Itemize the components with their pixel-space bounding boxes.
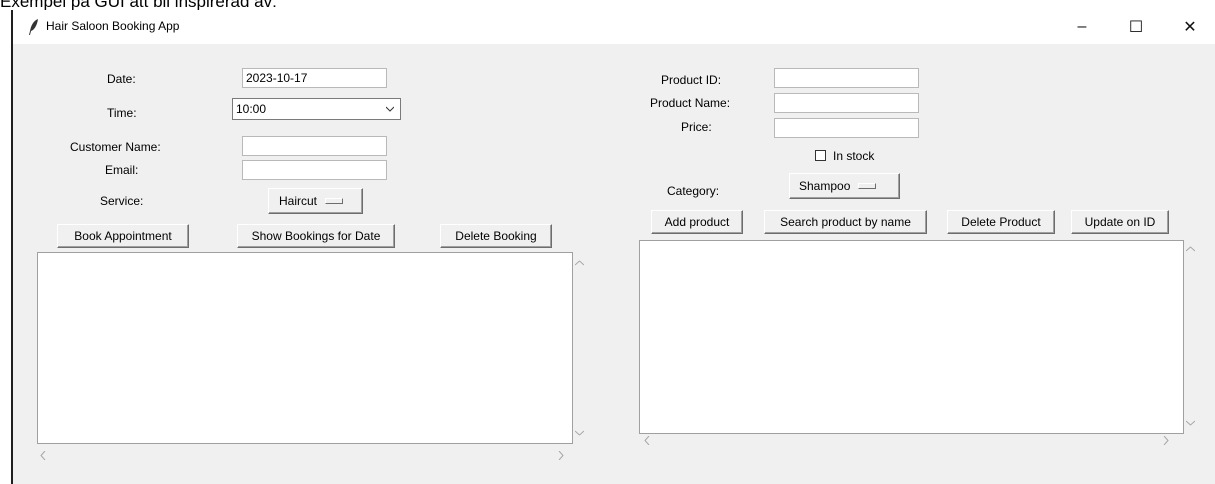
- bookings-list[interactable]: [37, 252, 573, 444]
- chevron-left-icon[interactable]: [40, 451, 46, 460]
- service-dropdown-value: Haircut: [279, 194, 318, 208]
- chevron-down-icon: [386, 106, 394, 112]
- products-list[interactable]: [639, 240, 1184, 434]
- chevron-down-icon[interactable]: [575, 430, 584, 436]
- time-select[interactable]: 10:00: [232, 98, 401, 120]
- price-label: Price:: [681, 120, 712, 134]
- close-button[interactable]: ✕: [1167, 10, 1213, 44]
- chevron-right-icon[interactable]: [1163, 436, 1169, 445]
- date-label: Date:: [107, 72, 136, 86]
- in-stock-checkbox[interactable]: [815, 150, 826, 161]
- maximize-button[interactable]: ☐: [1113, 10, 1159, 44]
- customer-name-field[interactable]: [242, 136, 387, 156]
- price-field[interactable]: [774, 118, 919, 138]
- chevron-left-icon[interactable]: [644, 436, 650, 445]
- feather-icon: [29, 19, 38, 35]
- add-product-button[interactable]: Add product: [651, 210, 743, 234]
- email-label: Email:: [105, 163, 139, 177]
- email-field[interactable]: [242, 160, 387, 180]
- date-field[interactable]: 2023-10-17: [242, 68, 387, 88]
- in-stock-label: In stock: [833, 149, 875, 163]
- minimize-button[interactable]: –: [1059, 10, 1105, 44]
- product-id-label: Product ID:: [661, 73, 722, 87]
- product-name-label: Product Name:: [650, 96, 731, 110]
- category-label: Category:: [667, 184, 720, 198]
- category-dropdown[interactable]: Shampoo: [789, 173, 900, 199]
- title-bar[interactable]: Hair Saloon Booking App – ☐ ✕: [13, 10, 1215, 44]
- service-label: Service:: [100, 194, 144, 208]
- app-window: Hair Saloon Booking App – ☐ ✕ Date: 2023…: [11, 10, 1215, 484]
- screenshot: Exempel på GUI att bli inspirerad av: Ha…: [0, 0, 1215, 484]
- category-dropdown-value: Shampoo: [799, 179, 851, 193]
- product-id-field[interactable]: [774, 68, 919, 88]
- delete-product-button[interactable]: Delete Product: [947, 210, 1055, 234]
- service-dropdown[interactable]: Haircut: [268, 188, 363, 214]
- chevron-right-icon[interactable]: [558, 451, 564, 460]
- dropdown-indicator-icon: [325, 198, 344, 204]
- chevron-up-icon[interactable]: [575, 260, 584, 266]
- product-name-field[interactable]: [774, 93, 919, 113]
- chevron-down-icon[interactable]: [1186, 420, 1195, 426]
- customer-name-label: Customer Name:: [70, 140, 161, 154]
- chevron-up-icon[interactable]: [1186, 246, 1195, 252]
- window-title: Hair Saloon Booking App: [46, 19, 180, 33]
- book-appointment-button[interactable]: Book Appointment: [57, 224, 189, 248]
- dropdown-indicator-icon: [858, 183, 877, 189]
- time-select-value: 10:00: [236, 102, 267, 116]
- show-bookings-button[interactable]: Show Bookings for Date: [237, 224, 395, 248]
- search-product-button[interactable]: Search product by name: [764, 210, 927, 234]
- time-label: Time:: [107, 106, 137, 120]
- delete-booking-button[interactable]: Delete Booking: [440, 224, 552, 248]
- update-product-button[interactable]: Update on ID: [1071, 210, 1169, 234]
